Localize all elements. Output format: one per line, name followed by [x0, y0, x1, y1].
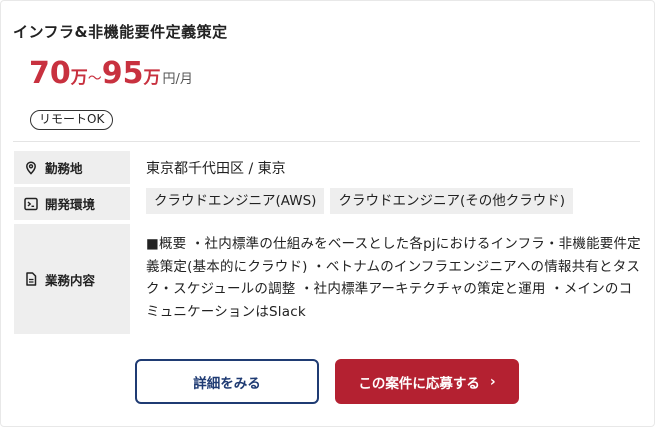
- apply-button[interactable]: この案件に応募する ›: [335, 359, 519, 404]
- price-tilde: 〜: [87, 71, 102, 87]
- terminal-icon: [24, 197, 38, 211]
- env-chips: クラウドエンジニア(AWS) クラウドエンジニア(その他クラウド): [146, 188, 573, 214]
- job-card: インフラ&非機能要件定義策定 70万〜95万 円/月 リモートOK 勤務地 東京都…: [0, 0, 655, 427]
- view-details-label: 詳細をみる: [193, 375, 261, 392]
- price-max: 95: [101, 56, 144, 91]
- view-details-button[interactable]: 詳細をみる: [135, 359, 319, 404]
- work-description: ■概要 ・社内標準の仕組みをベースとした各pjにおけるインフラ・非機能要件定義策…: [146, 236, 641, 320]
- location-label: 勤務地: [45, 161, 83, 176]
- chevron-right-icon: ›: [489, 373, 496, 390]
- apply-label: この案件に応募する: [358, 375, 480, 392]
- remote-ok-badge: リモートOK: [30, 110, 114, 130]
- job-title[interactable]: インフラ&非機能要件定義策定: [13, 21, 228, 42]
- work-label-box: 業務内容: [14, 224, 130, 334]
- divider: [13, 141, 640, 142]
- work-label: 業務内容: [45, 272, 96, 288]
- env-label: 開発環境: [45, 197, 96, 212]
- location-value: 東京都千代田区 / 東京: [146, 161, 286, 177]
- price-per: 円/月: [162, 72, 193, 87]
- price-min-unit: 万: [70, 68, 88, 88]
- location-label-box: 勤務地: [14, 151, 130, 184]
- price-range: 70万〜95万 円/月: [29, 59, 193, 89]
- env-chip: クラウドエンジニア(その他クラウド): [330, 188, 573, 214]
- map-pin-icon: [24, 160, 38, 175]
- document-icon: [24, 272, 38, 286]
- price-max-unit: 万: [143, 68, 161, 88]
- price-min: 70: [29, 56, 71, 91]
- env-chip: クラウドエンジニア(AWS): [146, 188, 325, 214]
- env-label-box: 開発環境: [14, 187, 130, 220]
